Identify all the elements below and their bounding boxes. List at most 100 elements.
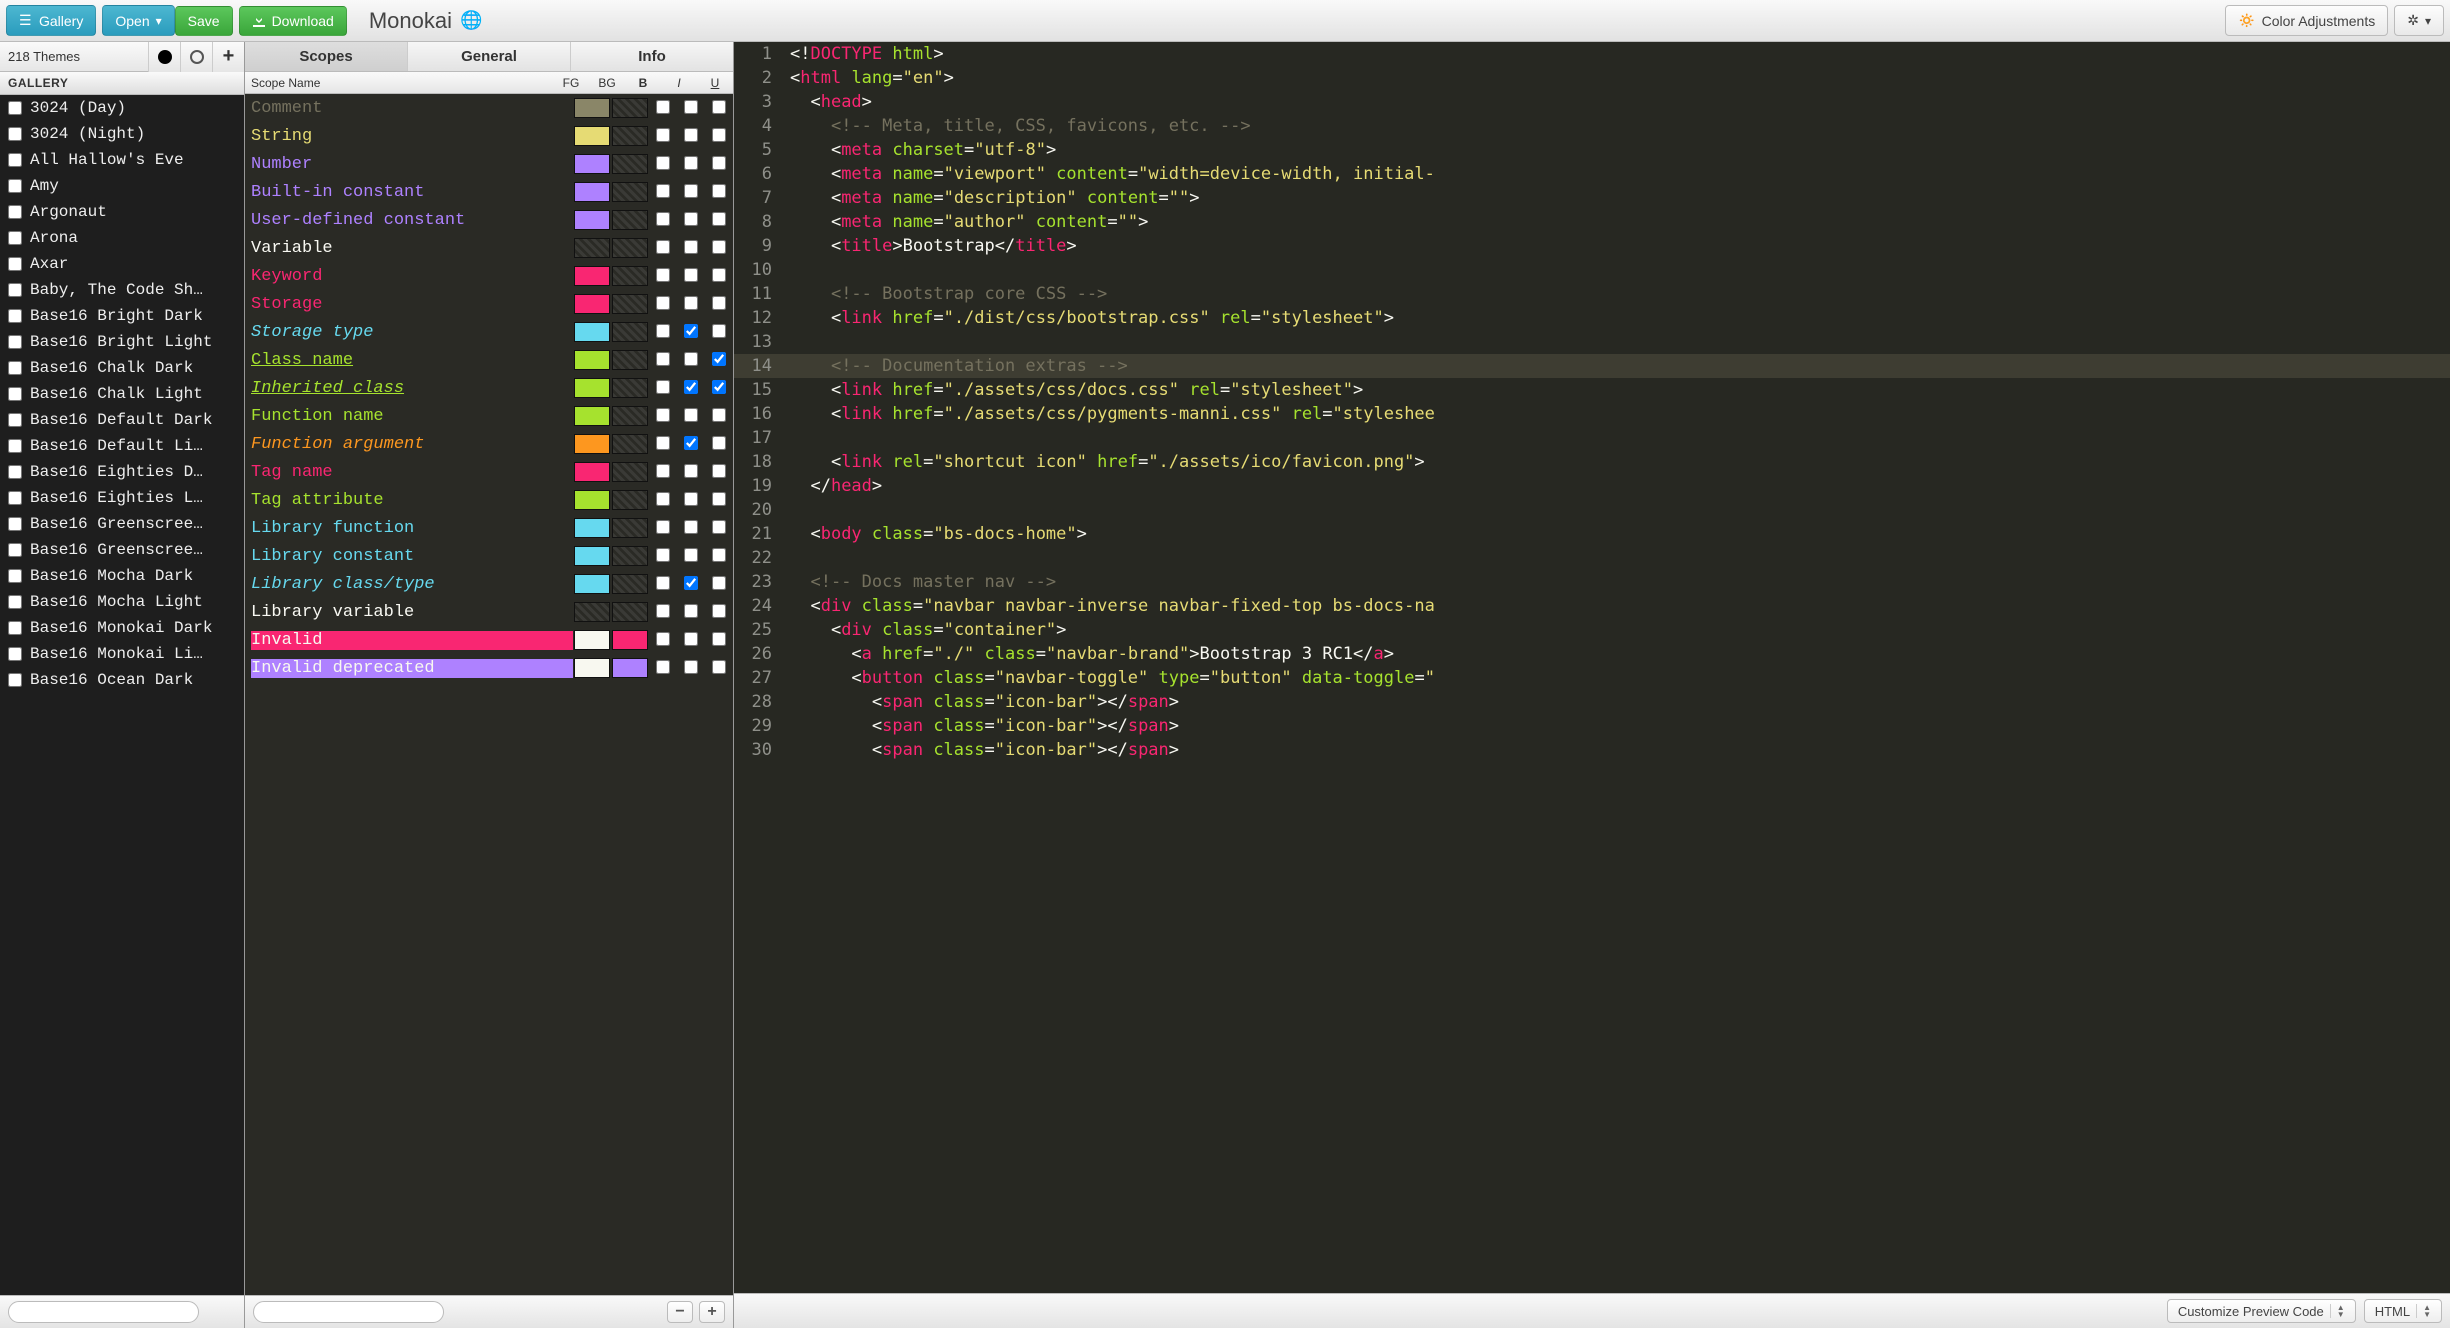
scope-u-checkbox[interactable] — [712, 604, 726, 618]
scope-i-checkbox[interactable] — [684, 296, 698, 310]
theme-item[interactable]: Base16 Default Li… — [0, 433, 244, 459]
scope-b-checkbox[interactable] — [656, 576, 670, 590]
theme-checkbox[interactable] — [8, 231, 22, 245]
scope-u-checkbox[interactable] — [712, 352, 726, 366]
scope-u-checkbox[interactable] — [712, 296, 726, 310]
scope-row[interactable]: Tag name — [245, 458, 733, 486]
scope-b-checkbox[interactable] — [656, 240, 670, 254]
scopes-search-input[interactable] — [253, 1301, 444, 1323]
theme-item[interactable]: 3024 (Day) — [0, 95, 244, 121]
scope-b-checkbox[interactable] — [656, 380, 670, 394]
scope-u-checkbox[interactable] — [712, 464, 726, 478]
remove-scope-button[interactable]: − — [667, 1301, 693, 1323]
fg-swatch[interactable] — [574, 210, 610, 230]
bg-swatch[interactable] — [612, 658, 648, 678]
scope-b-checkbox[interactable] — [656, 268, 670, 282]
theme-checkbox[interactable] — [8, 179, 22, 193]
scope-i-checkbox[interactable] — [684, 184, 698, 198]
bg-swatch[interactable] — [612, 602, 648, 622]
scope-b-checkbox[interactable] — [656, 660, 670, 674]
fg-swatch[interactable] — [574, 322, 610, 342]
filter-dark-button[interactable] — [148, 42, 180, 72]
scope-row[interactable]: Invalid — [245, 626, 733, 654]
theme-item[interactable]: Base16 Mocha Dark — [0, 563, 244, 589]
scope-u-checkbox[interactable] — [712, 128, 726, 142]
scope-i-checkbox[interactable] — [684, 436, 698, 450]
theme-checkbox[interactable] — [8, 153, 22, 167]
theme-item[interactable]: Base16 Eighties D… — [0, 459, 244, 485]
theme-item[interactable]: Base16 Greenscree… — [0, 537, 244, 563]
scope-u-checkbox[interactable] — [712, 268, 726, 282]
theme-item[interactable]: Base16 Bright Dark — [0, 303, 244, 329]
bg-swatch[interactable] — [612, 182, 648, 202]
scope-row[interactable]: Class name — [245, 346, 733, 374]
theme-checkbox[interactable] — [8, 647, 22, 661]
bg-swatch[interactable] — [612, 98, 648, 118]
scope-row[interactable]: String — [245, 122, 733, 150]
bg-swatch[interactable] — [612, 406, 648, 426]
theme-checkbox[interactable] — [8, 491, 22, 505]
fg-swatch[interactable] — [574, 126, 610, 146]
scope-i-checkbox[interactable] — [684, 492, 698, 506]
scope-u-checkbox[interactable] — [712, 548, 726, 562]
theme-item[interactable]: Base16 Ocean Dark — [0, 667, 244, 693]
theme-checkbox[interactable] — [8, 205, 22, 219]
tab-scopes[interactable]: Scopes — [245, 42, 408, 71]
theme-item[interactable]: Base16 Chalk Dark — [0, 355, 244, 381]
scope-row[interactable]: Tag attribute — [245, 486, 733, 514]
bg-swatch[interactable] — [612, 518, 648, 538]
scope-u-checkbox[interactable] — [712, 212, 726, 226]
scope-b-checkbox[interactable] — [656, 156, 670, 170]
bg-swatch[interactable] — [612, 322, 648, 342]
scope-u-checkbox[interactable] — [712, 100, 726, 114]
theme-checkbox[interactable] — [8, 621, 22, 635]
scope-i-checkbox[interactable] — [684, 548, 698, 562]
scope-b-checkbox[interactable] — [656, 520, 670, 534]
theme-list[interactable]: 3024 (Day)3024 (Night)All Hallow's EveAm… — [0, 95, 244, 1295]
scope-u-checkbox[interactable] — [712, 184, 726, 198]
color-adjustments-button[interactable]: 🔅 Color Adjustments — [2225, 5, 2388, 36]
fg-swatch[interactable] — [574, 602, 610, 622]
scope-i-checkbox[interactable] — [684, 604, 698, 618]
scope-b-checkbox[interactable] — [656, 408, 670, 422]
scope-b-checkbox[interactable] — [656, 184, 670, 198]
fg-swatch[interactable] — [574, 406, 610, 426]
theme-checkbox[interactable] — [8, 309, 22, 323]
scope-b-checkbox[interactable] — [656, 632, 670, 646]
scope-i-checkbox[interactable] — [684, 268, 698, 282]
theme-checkbox[interactable] — [8, 361, 22, 375]
theme-checkbox[interactable] — [8, 413, 22, 427]
scope-u-checkbox[interactable] — [712, 492, 726, 506]
scope-row[interactable]: Comment — [245, 94, 733, 122]
theme-item[interactable]: Base16 Default Dark — [0, 407, 244, 433]
scope-i-checkbox[interactable] — [684, 408, 698, 422]
scope-i-checkbox[interactable] — [684, 352, 698, 366]
save-button[interactable]: Save — [175, 6, 233, 36]
bg-swatch[interactable] — [612, 238, 648, 258]
scope-i-checkbox[interactable] — [684, 100, 698, 114]
bg-swatch[interactable] — [612, 378, 648, 398]
scope-row[interactable]: Built-in constant — [245, 178, 733, 206]
code-preview[interactable]: 1<!DOCTYPE html>2<html lang="en">3 <head… — [734, 42, 2450, 1293]
scope-i-checkbox[interactable] — [684, 576, 698, 590]
theme-checkbox[interactable] — [8, 517, 22, 531]
scope-u-checkbox[interactable] — [712, 660, 726, 674]
scope-b-checkbox[interactable] — [656, 100, 670, 114]
fg-swatch[interactable] — [574, 98, 610, 118]
fg-swatch[interactable] — [574, 350, 610, 370]
scope-u-checkbox[interactable] — [712, 520, 726, 534]
fg-swatch[interactable] — [574, 294, 610, 314]
fg-swatch[interactable] — [574, 266, 610, 286]
scope-u-checkbox[interactable] — [712, 240, 726, 254]
scope-b-checkbox[interactable] — [656, 492, 670, 506]
scope-i-checkbox[interactable] — [684, 128, 698, 142]
fg-swatch[interactable] — [574, 378, 610, 398]
open-dropdown[interactable]: Open — [102, 5, 174, 36]
scope-u-checkbox[interactable] — [712, 632, 726, 646]
theme-checkbox[interactable] — [8, 543, 22, 557]
fg-swatch[interactable] — [574, 490, 610, 510]
theme-item[interactable]: All Hallow's Eve — [0, 147, 244, 173]
theme-checkbox[interactable] — [8, 387, 22, 401]
scope-b-checkbox[interactable] — [656, 464, 670, 478]
theme-checkbox[interactable] — [8, 101, 22, 115]
